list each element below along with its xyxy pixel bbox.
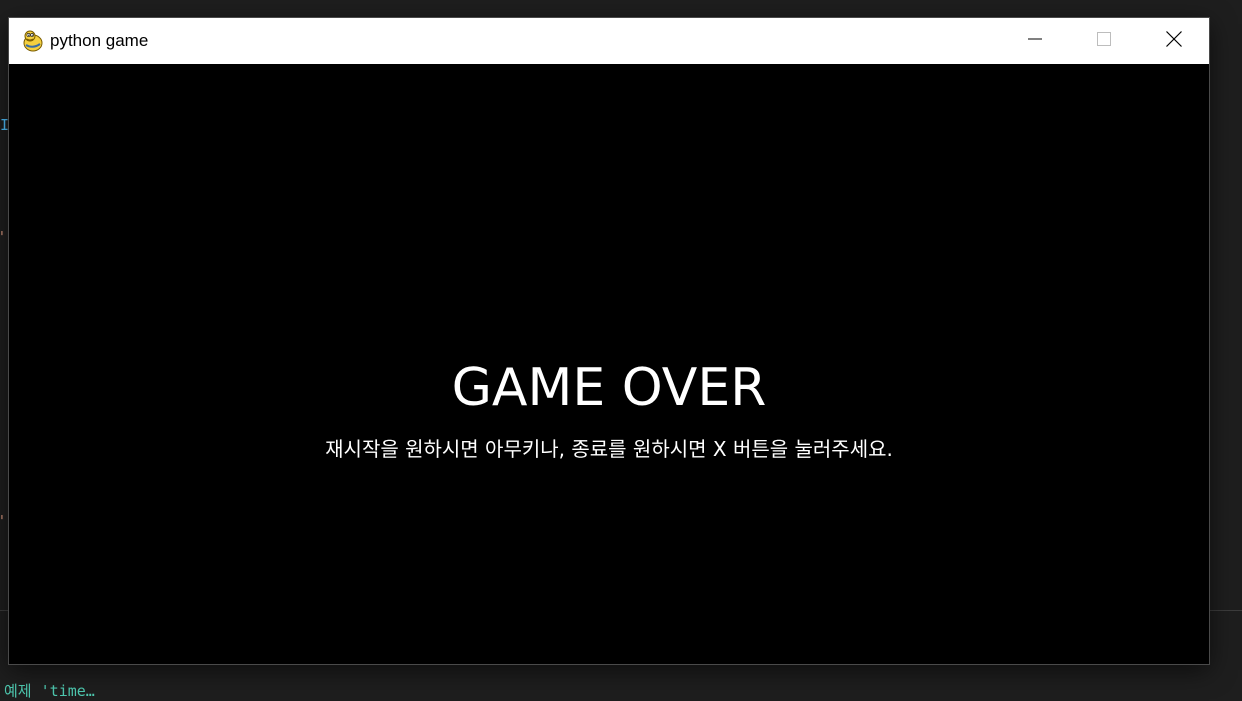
background-code-fragment: " <box>0 228 5 246</box>
maximize-button[interactable] <box>1069 18 1139 64</box>
game-over-message: 재시작을 원하시면 아무키나, 종료를 원하시면 X 버튼을 눌러주세요. <box>325 437 893 461</box>
minimize-icon <box>1027 31 1043 51</box>
pygame-snake-icon <box>21 28 45 52</box>
game-canvas[interactable]: GAME OVER 재시작을 원하시면 아무키나, 종료를 원하시면 X 버튼을… <box>9 64 1209 664</box>
minimize-button[interactable] <box>1000 18 1070 64</box>
maximize-icon <box>1096 31 1112 51</box>
background-code-fragment: I <box>0 116 10 134</box>
close-icon <box>1165 30 1183 52</box>
window-title: python game <box>50 31 149 50</box>
window-titlebar[interactable]: python game <box>9 18 1209 64</box>
background-code-fragment: " <box>0 512 5 530</box>
game-window[interactable]: python game GAME OVER 재시작을 원하시면 아무키나, 종료… <box>9 18 1209 664</box>
background-terminal-text: 예제 'time… <box>4 682 95 700</box>
close-button[interactable] <box>1139 18 1209 64</box>
game-over-title: GAME OVER <box>451 358 767 418</box>
